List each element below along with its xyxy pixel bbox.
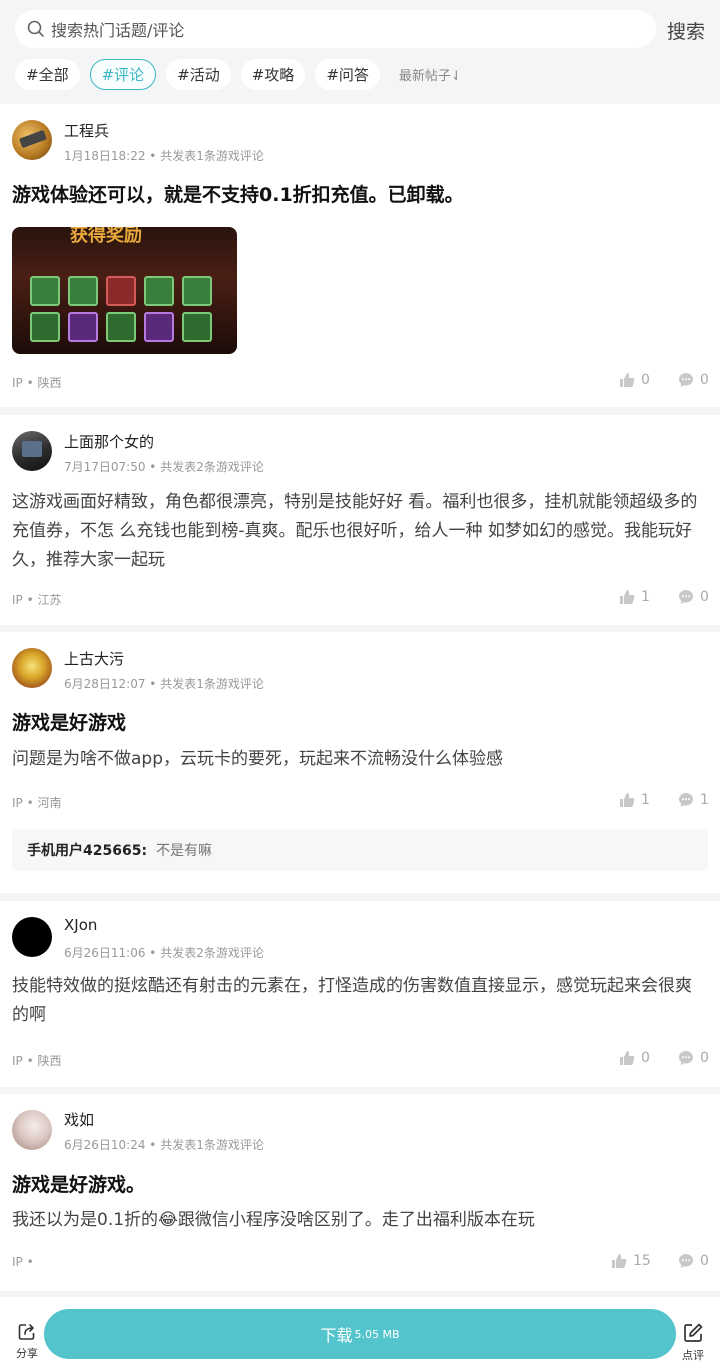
- search-placeholder: 搜索热门话题/评论: [51, 21, 185, 40]
- username[interactable]: 上面那个女的: [64, 431, 154, 452]
- search-button[interactable]: 搜索: [667, 17, 705, 44]
- image-caption: 获得奖励: [70, 227, 142, 246]
- sort-dropdown[interactable]: 最新帖子⇃: [399, 65, 462, 84]
- avatar[interactable]: [12, 431, 52, 471]
- like-button[interactable]: 1: [619, 589, 650, 605]
- tab-events[interactable]: #活动: [166, 59, 231, 90]
- post-card[interactable]: 戏如 6月26日10:24 • 共发表1条游戏评论 游戏是好游戏。 我还以为是0…: [0, 1094, 720, 1291]
- reply-text: 不是有嘛: [156, 843, 213, 859]
- comment-count: 0: [700, 589, 709, 605]
- comment-count: 0: [700, 372, 709, 388]
- tab-qa[interactable]: #问答: [315, 59, 380, 90]
- ip-location: IP •: [12, 1255, 34, 1269]
- search-icon: [27, 20, 44, 37]
- download-size: 5.05 MB: [354, 1327, 400, 1341]
- thumbs-up-icon: [620, 590, 635, 604]
- username[interactable]: 工程兵: [64, 120, 109, 141]
- comment-icon: [679, 590, 693, 604]
- rate-label: 点评: [682, 1349, 704, 1362]
- download-button[interactable]: 下载 5.05 MB: [44, 1309, 676, 1359]
- ip-location: IP • 江苏: [12, 593, 62, 607]
- thumbs-up-icon: [620, 793, 635, 807]
- thumbs-up-icon: [612, 1254, 627, 1268]
- post-card[interactable]: 上古大污 6月28日12:07 • 共发表1条游戏评论 游戏是好游戏 问题是为啥…: [0, 632, 720, 893]
- post-card[interactable]: 上面那个女的 7月17日07:50 • 共发表2条游戏评论 这游戏画面好精致，角…: [0, 415, 720, 625]
- username[interactable]: 戏如: [64, 1109, 94, 1130]
- post-body: 问题是为啥不做app，云玩卡的要死，玩起来不流畅没什么体验感: [12, 749, 503, 769]
- post-card[interactable]: XJon 6月26日11:06 • 共发表2条游戏评论 技能特效做的挺炫酷还有射…: [0, 901, 720, 1087]
- like-button[interactable]: 0: [619, 372, 650, 388]
- avatar[interactable]: [12, 648, 52, 688]
- comment-count: 0: [700, 1253, 709, 1269]
- comment-count: 0: [700, 1050, 709, 1066]
- post-meta: 1月18日18:22 • 共发表1条游戏评论: [64, 149, 264, 163]
- rate-button[interactable]: 点评: [678, 1322, 708, 1363]
- like-count: 1: [641, 792, 650, 808]
- comment-button[interactable]: 0: [678, 372, 709, 388]
- username[interactable]: XJon: [64, 916, 97, 934]
- comment-icon: [679, 793, 693, 807]
- like-button[interactable]: 0: [619, 1050, 650, 1066]
- post-image[interactable]: 获得奖励: [12, 227, 237, 354]
- ip-location: IP • 河南: [12, 796, 62, 810]
- post-title: 游戏是好游戏。: [12, 1174, 146, 1196]
- edit-icon: [684, 1323, 703, 1342]
- comment-icon: [679, 373, 693, 387]
- post-body: 我还以为是0.1折的😂跟微信小程序没啥区别了。走了出福利版本在玩: [12, 1206, 708, 1235]
- post-body-text: 我还以为是0.1折的: [12, 1210, 159, 1230]
- top-header: 搜索热门话题/评论 搜索 #全部 #评论 #活动 #攻略 #问答 最新帖子⇃: [0, 0, 720, 104]
- post-meta: 6月28日12:07 • 共发表1条游戏评论: [64, 677, 264, 691]
- like-count: 1: [641, 589, 650, 605]
- thumbs-up-icon: [620, 373, 635, 387]
- ip-location: IP • 陕西: [12, 1054, 62, 1068]
- comment-button[interactable]: 0: [678, 589, 709, 605]
- comment-icon: [679, 1051, 693, 1065]
- avatar[interactable]: [12, 917, 52, 957]
- share-label: 分享: [16, 1347, 38, 1360]
- comment-icon: [679, 1254, 693, 1268]
- post-body-text: 跟微信小程序没啥区别了。走了出福利版本在玩: [177, 1210, 535, 1230]
- avatar[interactable]: [12, 1110, 52, 1150]
- share-icon: [18, 1324, 35, 1340]
- post-card[interactable]: 工程兵 1月18日18:22 • 共发表1条游戏评论 游戏体验还可以，就是不支持…: [0, 104, 720, 407]
- like-button[interactable]: 1: [619, 792, 650, 808]
- comment-count: 1: [700, 792, 709, 808]
- laughing-emoji-icon: 😂: [158, 1210, 178, 1230]
- tab-review[interactable]: #评论: [89, 59, 157, 90]
- reply-username[interactable]: 手机用户425665:: [27, 840, 147, 860]
- post-title: 游戏是好游戏: [12, 712, 127, 734]
- post-body: 这游戏画面好精致，角色都很漂亮，特别是技能好好 看。福利也很多，挂机就能领超级多…: [12, 492, 698, 570]
- post-meta: 6月26日10:24 • 共发表1条游戏评论: [64, 1138, 264, 1152]
- avatar[interactable]: [12, 120, 52, 160]
- post-body: 技能特效做的挺炫酷还有射击的元素在，打怪造成的伤害数值直接显示，感觉玩起来会很爽…: [12, 976, 692, 1025]
- like-count: 0: [641, 1050, 650, 1066]
- tab-guides[interactable]: #攻略: [240, 59, 306, 90]
- comment-button[interactable]: 0: [678, 1050, 709, 1066]
- post-meta: 7月17日07:50 • 共发表2条游戏评论: [64, 460, 264, 474]
- comment-button[interactable]: 0: [678, 1253, 709, 1269]
- post-meta: 6月26日11:06 • 共发表2条游戏评论: [64, 946, 264, 960]
- username[interactable]: 上古大污: [64, 648, 124, 669]
- post-title: 游戏体验还可以，就是不支持0.1折扣充值。已卸载。: [12, 184, 464, 206]
- like-count: 0: [641, 372, 650, 388]
- thumbs-up-icon: [620, 1051, 635, 1065]
- download-label: 下载: [320, 1326, 353, 1345]
- ip-location: IP • 陕西: [12, 376, 62, 390]
- topic-tabs: #全部 #评论 #活动 #攻略 #问答 最新帖子⇃: [15, 59, 462, 90]
- comment-button[interactable]: 1: [678, 792, 709, 808]
- share-button[interactable]: 分享: [12, 1322, 42, 1361]
- like-count: 15: [633, 1253, 651, 1269]
- tab-all[interactable]: #全部: [15, 59, 80, 90]
- like-button[interactable]: 15: [611, 1253, 651, 1269]
- bottom-action-bar: 分享 下载 5.05 MB 点评: [0, 1297, 720, 1367]
- reply-preview[interactable]: 手机用户425665: 不是有嘛: [12, 829, 708, 871]
- search-input[interactable]: 搜索热门话题/评论: [15, 10, 656, 48]
